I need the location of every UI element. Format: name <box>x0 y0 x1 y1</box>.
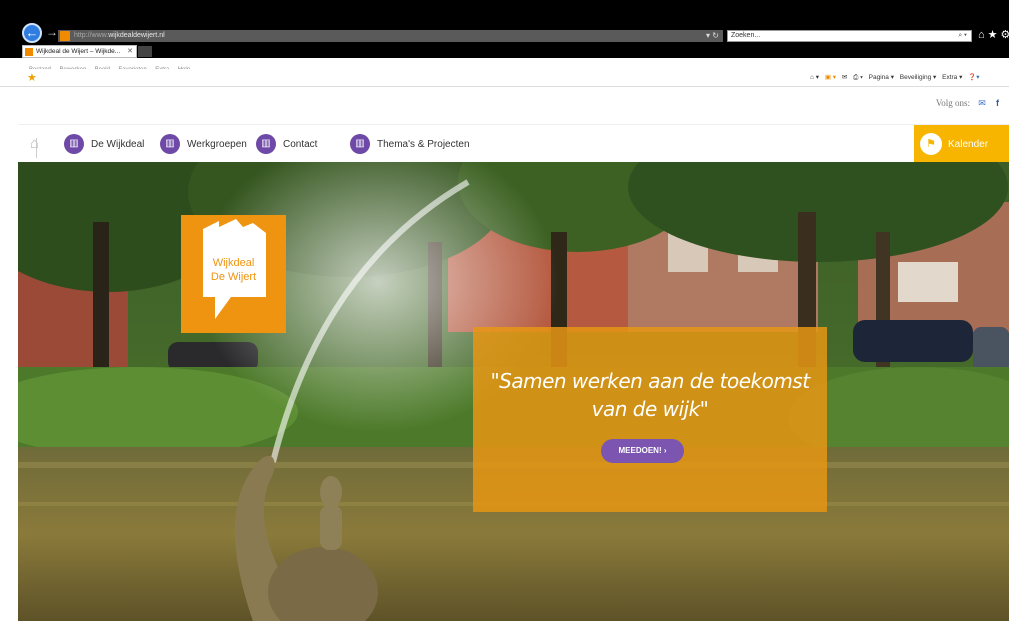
address-bar[interactable]: http://www.wijkdealdewijert.nl ▾ ↻ <box>58 30 723 42</box>
screenshot: ← → http://www.wijkdealdewijert.nl ▾ ↻ Z… <box>0 0 1009 621</box>
beveiliging-menu[interactable]: Beveiliging ▾ <box>900 73 937 81</box>
menu-bar: Bestand Bewerken Beeld Favorieten Extra … <box>0 58 1009 73</box>
command-buttons: ⌂ ▾ ▣ ▾ ✉ ⎙ ▾ Pagina ▾ Beveiliging ▾ Ext… <box>810 73 984 82</box>
gear-icon[interactable]: ⚙ <box>1001 29 1009 41</box>
nav-item-de-wijkdeal[interactable]: ▥ De Wijkdeal <box>64 133 144 155</box>
calendar-button[interactable]: ⚑ Kalender <box>914 125 1009 163</box>
building-icon: ▥ <box>256 134 276 154</box>
help-icon[interactable]: ❓▾ <box>968 73 979 81</box>
site-favicon-icon <box>60 31 70 41</box>
tab-title: Wijkdeal de Wijert – Wijkde... <box>36 48 121 55</box>
extra-menu[interactable]: Extra ▾ <box>942 73 962 81</box>
wijkdeal-logo[interactable]: Wijkdeal De Wijert <box>181 215 286 333</box>
tab-favicon-icon <box>25 48 33 56</box>
quote-panel: "Samen werken aan de toekomst van de wij… <box>473 327 827 512</box>
logo-line-2: De Wijert <box>210 271 257 283</box>
nav-item-themas-projecten[interactable]: ▥ Thema's & Projecten <box>350 133 470 155</box>
quote-line-2: van de wijk" <box>591 397 709 421</box>
nav-label: Werkgroepen <box>187 138 247 150</box>
home-icon[interactable]: ⌂ <box>30 135 39 152</box>
new-tab-button[interactable] <box>138 46 152 57</box>
tab-close-icon[interactable]: ✕ <box>127 46 133 58</box>
search-input[interactable]: Zoeken... ⌕ ▾ <box>727 30 972 42</box>
hero-quote: "Samen werken aan de toekomst van de wij… <box>473 367 827 423</box>
logo-line-1: Wijkdeal <box>212 257 255 269</box>
hero-banner: Wijkdeal De Wijert "Samen werken aan de … <box>18 162 1009 621</box>
building-icon: ▥ <box>350 134 370 154</box>
nav-label: Thema's & Projecten <box>377 138 470 150</box>
back-arrow-icon[interactable]: ← <box>22 23 42 43</box>
building-icon: ▥ <box>160 134 180 154</box>
follow-us: Volg ons: ✉ f <box>936 98 999 109</box>
print-icon[interactable]: ⎙ ▾ <box>853 74 863 82</box>
search-icon[interactable]: ⌕ ▾ <box>958 31 967 41</box>
nav-label: De Wijkdeal <box>91 138 145 150</box>
home-icon[interactable]: ⌂ <box>978 29 988 41</box>
forward-arrow-icon[interactable]: → <box>46 25 58 39</box>
tab-active[interactable]: Wijkdeal de Wijert – Wijkde... ✕ <box>22 45 137 58</box>
command-bar: ★ ⌂ ▾ ▣ ▾ ✉ ⎙ ▾ Pagina ▾ Beveiliging ▾ E… <box>0 69 1009 87</box>
nav-item-contact[interactable]: ▥ Contact <box>256 133 317 155</box>
address-url: http://www.wijkdealdewijert.nl <box>74 32 165 39</box>
pagina-menu[interactable]: Pagina ▾ <box>869 73 894 81</box>
calendar-label: Kalender <box>948 138 989 150</box>
web-page: Volg ons: ✉ f ⌂ ▥ De Wijkdeal ▥ Werkgroe… <box>18 88 1009 621</box>
search-placeholder: Zoeken... <box>731 32 761 39</box>
main-nav: ⌂ ▥ De Wijkdeal ▥ Werkgroepen ▥ Contact … <box>18 124 1009 163</box>
nav-label: Contact <box>283 138 318 150</box>
facebook-icon[interactable]: f <box>996 98 999 108</box>
refresh-icon[interactable]: ▾ ↻ <box>706 30 719 42</box>
add-favorite-icon[interactable]: ★ <box>27 71 37 84</box>
browser-toolbar: ← → http://www.wijkdealdewijert.nl ▾ ↻ Z… <box>0 0 1009 45</box>
quote-line-1: "Samen werken aan de toekomst <box>490 369 810 393</box>
nav-item-werkgroepen[interactable]: ▥ Werkgroepen <box>160 133 247 155</box>
meedoen-button[interactable]: MEEDOEN! › <box>601 439 684 463</box>
email-icon[interactable]: ✉ <box>978 98 986 108</box>
favorites-star-icon[interactable]: ★ <box>988 29 1001 41</box>
mail-icon[interactable]: ✉ <box>842 73 847 81</box>
home-dropdown-icon[interactable]: ⌂ ▾ <box>810 73 819 81</box>
flag-icon: ⚑ <box>920 133 942 155</box>
building-icon: ▥ <box>64 134 84 154</box>
toolbar-icons: ⌂★⚙ <box>978 28 1009 41</box>
tab-strip: Wijkdeal de Wijert – Wijkde... ✕ <box>0 45 1009 58</box>
nav-divider <box>36 138 37 158</box>
rss-icon[interactable]: ▣ ▾ <box>825 73 836 81</box>
follow-label: Volg ons: <box>935 98 970 108</box>
